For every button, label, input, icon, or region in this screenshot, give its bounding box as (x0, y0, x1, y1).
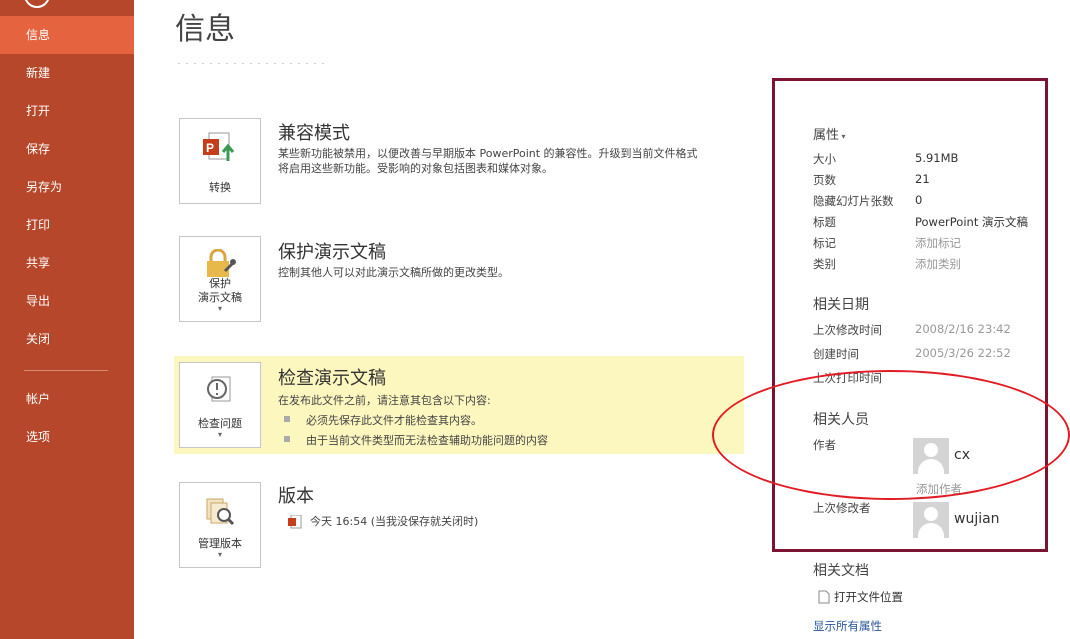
inspect-title: 检查演示文稿 (278, 368, 386, 389)
back-arrow-icon[interactable] (24, 0, 50, 8)
versions-title: 版本 (278, 486, 314, 507)
sidebar-item-save-as[interactable]: 另存为 (0, 168, 134, 206)
sidebar-item-info[interactable]: 信息 (0, 16, 134, 54)
chevron-down-icon: ▾ (217, 304, 222, 313)
manage-versions-label: 管理版本 (198, 537, 242, 550)
protect-button[interactable]: 保护 演示文稿 ▾ (179, 236, 261, 322)
prop-value-size: 5.91MB (915, 151, 959, 165)
add-tag-field[interactable]: 添加标记 (915, 235, 961, 251)
properties-highlight-frame (772, 78, 1048, 552)
pptx-file-icon (288, 514, 302, 533)
folder-icon (818, 589, 830, 608)
sidebar-item-save[interactable]: 保存 (0, 130, 134, 168)
prop-value-pages: 21 (915, 172, 930, 186)
svg-text:P: P (206, 141, 214, 155)
prop-value-hidden: 0 (915, 193, 923, 207)
backstage-view: 信息 新建 打开 保存 另存为 打印 共享 导出 关闭 帐户 选项 信息 P 转… (0, 0, 1070, 639)
modifier-name[interactable]: wujian (954, 511, 1000, 527)
sidebar-item-export[interactable]: 导出 (0, 282, 134, 320)
inspect-document-icon (204, 375, 236, 411)
prop-label-title: 标题 (813, 215, 836, 229)
sidebar-item-options[interactable]: 选项 (0, 418, 134, 456)
author-name[interactable]: cx (954, 447, 970, 463)
lock-icon (203, 248, 237, 283)
modifier-avatar (913, 502, 949, 538)
divider (178, 63, 328, 64)
protect-button-label-2: 演示文稿 (198, 291, 242, 304)
prop-value-title[interactable]: PowerPoint 演示文稿 (915, 214, 1028, 230)
chevron-down-icon: ▾ (217, 430, 222, 439)
open-file-location-link[interactable]: 打开文件位置 (834, 589, 903, 605)
show-all-properties-link[interactable]: 显示所有属性 (813, 618, 882, 634)
sidebar-item-account[interactable]: 帐户 (0, 380, 134, 418)
sidebar-item-close[interactable]: 关闭 (0, 320, 134, 358)
properties-header[interactable]: 属性 ▾ (813, 124, 846, 143)
date-value-created: 2005/3/26 22:52 (915, 346, 1011, 360)
compat-desc-line1: 某些新功能被禁用，以便改善与早期版本 PowerPoint 的兼容性。升级到当前… (278, 147, 698, 160)
related-docs-header: 相关文档 (813, 563, 869, 579)
compat-title: 兼容模式 (278, 123, 350, 144)
sidebar-item-new[interactable]: 新建 (0, 54, 134, 92)
prop-label-hidden: 隐藏幻灯片张数 (813, 194, 894, 208)
add-author-field[interactable]: 添加作者 (916, 481, 962, 497)
versions-section: 管理版本 ▾ 版本 今天 16:54 (当我没保存就关闭时) (174, 478, 744, 573)
inspect-bullet: 由于当前文件类型而无法检查辅助功能问题的内容 (284, 432, 548, 448)
date-label-printed: 上次打印时间 (813, 371, 882, 385)
convert-button[interactable]: P 转换 (179, 118, 261, 204)
date-label-created: 创建时间 (813, 347, 859, 361)
sidebar-item-print[interactable]: 打印 (0, 206, 134, 244)
author-avatar (913, 438, 949, 474)
prop-label-category: 类别 (813, 257, 836, 271)
author-label: 作者 (813, 438, 836, 452)
protect-title: 保护演示文稿 (278, 242, 386, 263)
convert-button-label: 转换 (209, 181, 231, 194)
inspect-section: 检查问题 ▾ 检查演示文稿 在发布此文件之前，请注意其包含以下内容: 必须先保存… (174, 356, 744, 454)
versions-icon (204, 495, 236, 531)
version-entry[interactable]: 今天 16:54 (当我没保存就关闭时) (310, 514, 710, 529)
page-title: 信息 (175, 12, 235, 47)
date-label-modified: 上次修改时间 (813, 323, 882, 337)
protect-desc: 控制其他人可以对此演示文稿所做的更改类型。 (278, 266, 509, 279)
inspect-button[interactable]: 检查问题 ▾ (179, 362, 261, 448)
manage-versions-button[interactable]: 管理版本 ▾ (179, 482, 261, 568)
modifier-label: 上次修改者 (813, 501, 871, 515)
chevron-down-icon: ▾ (217, 550, 222, 559)
inspect-bullet: 必须先保存此文件才能检查其内容。 (284, 412, 482, 428)
people-header: 相关人员 (813, 412, 869, 428)
compat-desc-line2: 将启用这些新功能。受影响的对象包括图表和媒体对象。 (278, 162, 553, 175)
prop-label-size: 大小 (813, 152, 836, 166)
inspect-button-label: 检查问题 (198, 417, 242, 430)
dates-header: 相关日期 (813, 297, 869, 313)
prop-label-pages: 页数 (813, 173, 836, 187)
sidebar-item-share[interactable]: 共享 (0, 244, 134, 282)
protect-section: 保护 演示文稿 ▾ 保护演示文稿 控制其他人可以对此演示文稿所做的更改类型。 (174, 232, 744, 327)
prop-label-tags: 标记 (813, 236, 836, 250)
inspect-desc: 在发布此文件之前，请注意其包含以下内容: (278, 394, 491, 407)
convert-icon: P (203, 131, 237, 167)
sidebar-divider (24, 370, 108, 371)
compat-section: P 转换 兼容模式 某些新功能被禁用，以便改善与早期版本 PowerPoint … (174, 113, 744, 208)
date-value-modified: 2008/2/16 23:42 (915, 322, 1011, 336)
sidebar: 信息 新建 打开 保存 另存为 打印 共享 导出 关闭 帐户 选项 (0, 0, 134, 639)
add-category-field[interactable]: 添加类别 (915, 256, 961, 272)
sidebar-item-open[interactable]: 打开 (0, 92, 134, 130)
